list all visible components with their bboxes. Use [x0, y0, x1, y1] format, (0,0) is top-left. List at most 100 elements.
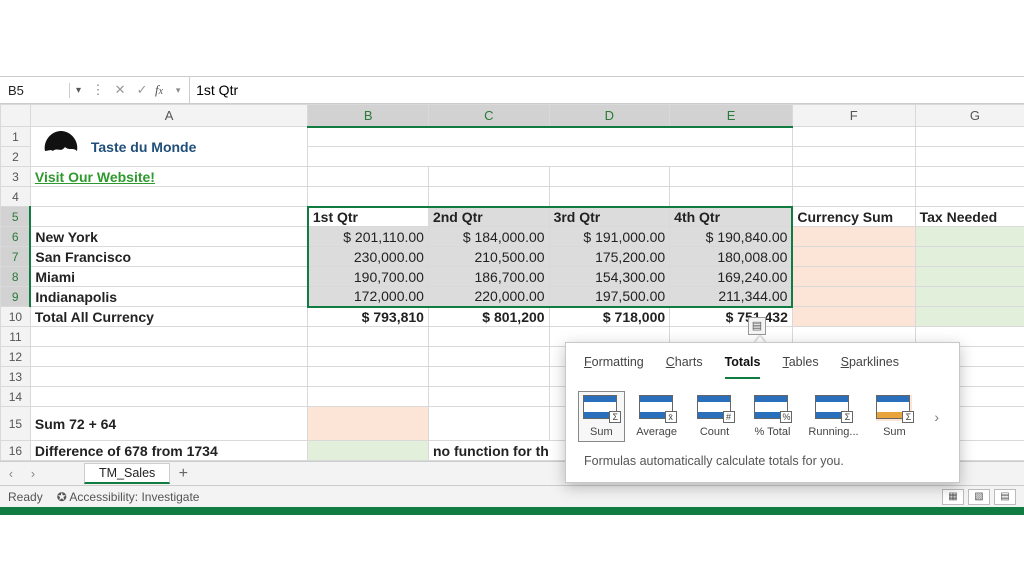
- cell[interactable]: 211,344.00: [670, 287, 793, 307]
- cell[interactable]: [915, 247, 1024, 267]
- cell[interactable]: Currency Sum: [792, 207, 915, 227]
- view-page-break-button[interactable]: ▤: [994, 489, 1016, 505]
- accessibility-status[interactable]: ✪ Accessibility: Investigate: [57, 490, 200, 504]
- cell[interactable]: $ 190,840.00: [670, 227, 793, 247]
- cell[interactable]: 180,008.00: [670, 247, 793, 267]
- select-all-corner[interactable]: [1, 105, 31, 127]
- col-header-A[interactable]: A: [30, 105, 308, 127]
- qa-item-pct-total[interactable]: % % Total: [751, 395, 795, 438]
- row-header[interactable]: 6: [1, 227, 31, 247]
- formula-input[interactable]: [189, 77, 1024, 103]
- website-link-cell[interactable]: Visit Our Website!: [30, 167, 308, 187]
- cell[interactable]: [915, 267, 1024, 287]
- cell[interactable]: 210,500.00: [428, 247, 549, 267]
- cell[interactable]: Total All Currency: [30, 307, 308, 327]
- cell[interactable]: 172,000.00: [308, 287, 429, 307]
- sheet-tab[interactable]: TM_Sales: [84, 463, 170, 484]
- row-header[interactable]: 16: [1, 441, 31, 461]
- cell[interactable]: 3rd Qtr: [549, 207, 670, 227]
- cell[interactable]: $ 184,000.00: [428, 227, 549, 247]
- row-header[interactable]: 9: [1, 287, 31, 307]
- cell[interactable]: [915, 227, 1024, 247]
- cell[interactable]: $ 201,110.00: [308, 227, 429, 247]
- cell[interactable]: New York: [30, 227, 308, 247]
- cell[interactable]: [915, 287, 1024, 307]
- cell[interactable]: 175,200.00: [549, 247, 670, 267]
- cancel-icon[interactable]: ✕: [109, 82, 131, 98]
- fx-dropdown-icon[interactable]: ▾: [167, 85, 189, 96]
- cell[interactable]: 1st Qtr: [308, 207, 429, 227]
- cell[interactable]: $ 191,000.00: [549, 227, 670, 247]
- cell[interactable]: [792, 267, 915, 287]
- cell[interactable]: 220,000.00: [428, 287, 549, 307]
- cell[interactable]: $ 718,000: [549, 307, 670, 327]
- cell[interactable]: [308, 441, 429, 461]
- cell[interactable]: Indianapolis: [30, 287, 308, 307]
- row-header[interactable]: 12: [1, 347, 31, 367]
- sheet-nav-prev-icon[interactable]: ‹: [0, 467, 22, 481]
- name-box-dropdown-icon[interactable]: ▾: [70, 85, 87, 96]
- cell[interactable]: Sum 72 + 64: [30, 407, 308, 441]
- col-header-F[interactable]: F: [792, 105, 915, 127]
- row-header[interactable]: 5: [1, 207, 31, 227]
- col-header-C[interactable]: C: [428, 105, 549, 127]
- row-header[interactable]: 4: [1, 187, 31, 207]
- qa-tab-charts[interactable]: Charts: [666, 355, 703, 379]
- enter-icon[interactable]: ✓: [131, 82, 153, 98]
- cell[interactable]: 197,500.00: [549, 287, 670, 307]
- row-header[interactable]: 13: [1, 367, 31, 387]
- qa-tab-sparklines[interactable]: Sparklines: [841, 355, 899, 379]
- cell[interactable]: [792, 247, 915, 267]
- cell[interactable]: San Francisco: [30, 247, 308, 267]
- cell[interactable]: 154,300.00: [549, 267, 670, 287]
- row-header[interactable]: 11: [1, 327, 31, 347]
- cell[interactable]: 4th Qtr: [670, 207, 793, 227]
- row-header[interactable]: 14: [1, 387, 31, 407]
- cell[interactable]: 169,240.00: [670, 267, 793, 287]
- cell[interactable]: no function for this: [428, 441, 549, 461]
- fx-icon[interactable]: fx: [153, 82, 167, 98]
- row-header[interactable]: 15: [1, 407, 31, 441]
- qa-item-average[interactable]: x̄ Average: [635, 395, 679, 438]
- add-sheet-button[interactable]: +: [170, 465, 196, 483]
- sheet-nav-next-icon[interactable]: ›: [22, 467, 44, 481]
- col-header-E[interactable]: E: [670, 105, 793, 127]
- row-header[interactable]: 3: [1, 167, 31, 187]
- row-header[interactable]: 7: [1, 247, 31, 267]
- row-header[interactable]: 8: [1, 267, 31, 287]
- qa-more-icon[interactable]: ›: [930, 409, 943, 425]
- cell[interactable]: [792, 307, 915, 327]
- qa-tab-tables[interactable]: Tables: [782, 355, 818, 379]
- row-header[interactable]: 1: [1, 127, 31, 147]
- cell[interactable]: 230,000.00: [308, 247, 429, 267]
- col-header-B[interactable]: B: [308, 105, 429, 127]
- qa-tab-formatting[interactable]: Formatting: [584, 355, 644, 379]
- view-page-layout-button[interactable]: ▧: [968, 489, 990, 505]
- cell[interactable]: 190,700.00: [308, 267, 429, 287]
- cell[interactable]: [308, 407, 429, 441]
- cell[interactable]: $ 801,200: [428, 307, 549, 327]
- cell[interactable]: $ 793,810: [308, 307, 429, 327]
- quick-analysis-badge[interactable]: ▤: [748, 317, 766, 335]
- qa-item-running[interactable]: Σ Running...: [808, 395, 858, 438]
- cell[interactable]: Miami: [30, 267, 308, 287]
- cell[interactable]: [792, 227, 915, 247]
- cell[interactable]: [915, 307, 1024, 327]
- cell[interactable]: Tax Needed: [915, 207, 1024, 227]
- qa-tab-totals[interactable]: Totals: [725, 355, 761, 379]
- cell[interactable]: [792, 287, 915, 307]
- cell[interactable]: $ 751,432: [670, 307, 793, 327]
- quick-analysis-icon[interactable]: ▤: [748, 317, 766, 335]
- cell[interactable]: Difference of 678 from 1734: [30, 441, 308, 461]
- row-header[interactable]: 10: [1, 307, 31, 327]
- cell[interactable]: 2nd Qtr: [428, 207, 549, 227]
- qa-item-sum[interactable]: Σ Sum: [579, 392, 624, 441]
- qa-item-sum-col[interactable]: Σ Sum: [872, 395, 916, 438]
- cell[interactable]: 186,700.00: [428, 267, 549, 287]
- col-header-D[interactable]: D: [549, 105, 670, 127]
- website-link[interactable]: Visit Our Website!: [35, 169, 155, 185]
- row-header[interactable]: 2: [1, 147, 31, 167]
- name-box[interactable]: B5: [0, 83, 70, 98]
- qa-item-count[interactable]: # Count: [693, 395, 737, 438]
- col-header-G[interactable]: G: [915, 105, 1024, 127]
